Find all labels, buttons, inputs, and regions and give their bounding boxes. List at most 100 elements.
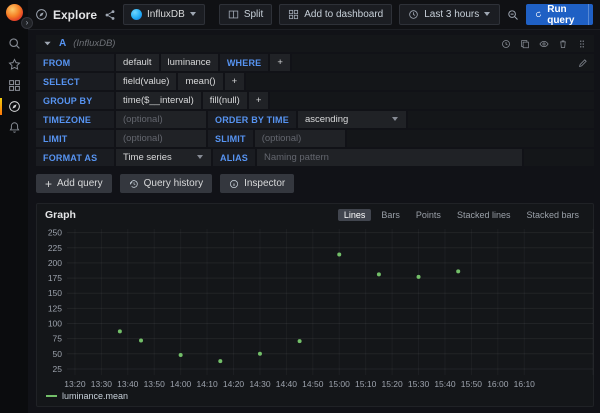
influxdb-logo-icon (131, 9, 142, 20)
query-datasource-hint: (InfluxDB) (73, 38, 115, 49)
from-row-filler (292, 54, 594, 71)
order-by-time-value: ascending (305, 114, 348, 125)
groupby-fill-segment[interactable]: fill(null) (203, 92, 247, 109)
data-point[interactable] (417, 275, 421, 279)
where-label[interactable]: WHERE (220, 54, 269, 71)
sidebar-item-explore[interactable] (0, 96, 28, 117)
svg-text:16:00: 16:00 (487, 379, 509, 389)
search-minus-icon (507, 9, 519, 21)
grafana-logo-icon[interactable] (6, 4, 23, 21)
svg-text:15:40: 15:40 (434, 379, 456, 389)
format-row-filler (524, 149, 594, 166)
secondary-actions: + Add query Query history Inspector (36, 174, 594, 193)
select-add-button[interactable]: + (225, 73, 245, 90)
explore-content: A (InfluxDB) FROM default luminance WHER… (28, 30, 600, 413)
groupby-add-button[interactable]: + (249, 92, 269, 109)
trash-icon[interactable] (558, 39, 568, 49)
add-query-button[interactable]: + Add query (36, 174, 112, 193)
history-icon[interactable] (501, 39, 511, 49)
split-label: Split (244, 9, 263, 20)
select-row-filler (246, 73, 594, 90)
query-history-button[interactable]: Query history (120, 174, 212, 193)
time-series-chart[interactable]: 25507510012515017520022525013:2013:3013:… (37, 223, 593, 391)
svg-text:15:50: 15:50 (461, 379, 483, 389)
add-query-label: Add query (57, 178, 103, 189)
eye-icon[interactable] (539, 39, 549, 49)
pencil-icon[interactable] (578, 58, 588, 68)
data-point[interactable] (258, 352, 262, 356)
order-by-time-select[interactable]: ascending (298, 111, 406, 128)
sync-icon (535, 9, 542, 20)
from-measurement-segment[interactable]: luminance (161, 54, 218, 71)
run-query-button[interactable]: Run query (526, 4, 593, 25)
select-label: SELECT (36, 73, 114, 90)
inspector-label: Inspector (244, 178, 285, 189)
format-as-select[interactable]: Time series (116, 149, 211, 166)
svg-text:13:40: 13:40 (117, 379, 139, 389)
svg-text:15:00: 15:00 (329, 379, 351, 389)
mode-points[interactable]: Points (410, 209, 447, 221)
mode-stacked-lines[interactable]: Stacked lines (451, 209, 517, 221)
svg-text:15:10: 15:10 (355, 379, 377, 389)
from-db-segment[interactable]: default (116, 54, 159, 71)
alias-input[interactable] (257, 149, 522, 166)
svg-text:225: 225 (48, 243, 62, 253)
svg-text:14:30: 14:30 (249, 379, 271, 389)
share-shortlink-button[interactable] (104, 9, 116, 21)
select-field-segment[interactable]: field(value) (116, 73, 176, 90)
add-to-dashboard-button[interactable]: Add to dashboard (279, 4, 392, 25)
format-as-label: FORMAT AS (36, 149, 114, 166)
mode-bars[interactable]: Bars (375, 209, 406, 221)
collapse-chevron-icon[interactable] (43, 39, 52, 48)
legend-item-luminance-mean[interactable]: luminance.mean (37, 391, 593, 406)
nav-sidebar (0, 0, 28, 413)
limit-input[interactable] (116, 130, 206, 147)
run-query-dropdown[interactable] (588, 4, 594, 25)
zoom-out-time-button[interactable] (507, 9, 519, 21)
data-point[interactable] (456, 269, 460, 273)
svg-text:14:00: 14:00 (170, 379, 192, 389)
data-point[interactable] (118, 329, 122, 333)
mode-stacked-bars[interactable]: Stacked bars (520, 209, 585, 221)
limit-label: LIMIT (36, 130, 114, 147)
copy-query-icon[interactable] (520, 39, 530, 49)
data-point[interactable] (337, 252, 341, 256)
svg-text:175: 175 (48, 273, 62, 283)
run-query-main[interactable]: Run query (526, 4, 587, 25)
slimit-input[interactable] (255, 130, 345, 147)
svg-text:100: 100 (48, 319, 62, 329)
graph-panel-header: Graph Lines Bars Points Stacked lines St… (37, 204, 593, 223)
sidebar-item-alerting[interactable] (0, 117, 28, 138)
drag-handle-icon[interactable] (577, 39, 587, 49)
query-row-from: FROM default luminance WHERE + (36, 54, 594, 71)
datasource-name: InfluxDB (147, 9, 185, 20)
time-range-picker[interactable]: Last 3 hours (399, 4, 500, 25)
timezone-label: TIMEZONE (36, 111, 114, 128)
data-point[interactable] (179, 353, 183, 357)
timezone-row-filler (408, 111, 594, 128)
where-add-button[interactable]: + (270, 54, 290, 71)
timezone-input[interactable] (116, 111, 206, 128)
svg-text:15:30: 15:30 (408, 379, 430, 389)
svg-text:150: 150 (48, 288, 62, 298)
data-point[interactable] (377, 272, 381, 276)
query-row-limit: LIMIT SLIMIT (36, 130, 594, 147)
data-point[interactable] (218, 359, 222, 363)
groupby-time-segment[interactable]: time($__interval) (116, 92, 201, 109)
sidebar-item-starred[interactable] (0, 54, 28, 75)
split-button[interactable]: Split (219, 4, 272, 25)
grafana-explore-window: › Explore Influx (0, 0, 600, 413)
chevron-down-icon (197, 155, 204, 160)
run-query-label: Run query (547, 4, 578, 25)
svg-text:13:50: 13:50 (144, 379, 166, 389)
data-point[interactable] (139, 338, 143, 342)
explore-title: Explore (35, 8, 97, 22)
data-point[interactable] (298, 339, 302, 343)
sidebar-expand-button[interactable]: › (21, 17, 33, 29)
mode-lines[interactable]: Lines (338, 209, 372, 221)
inspector-button[interactable]: Inspector (220, 174, 294, 193)
datasource-picker[interactable]: InfluxDB (123, 4, 205, 25)
sidebar-item-dashboards[interactable] (0, 75, 28, 96)
sidebar-item-search[interactable] (0, 33, 28, 54)
select-agg-segment[interactable]: mean() (178, 73, 222, 90)
